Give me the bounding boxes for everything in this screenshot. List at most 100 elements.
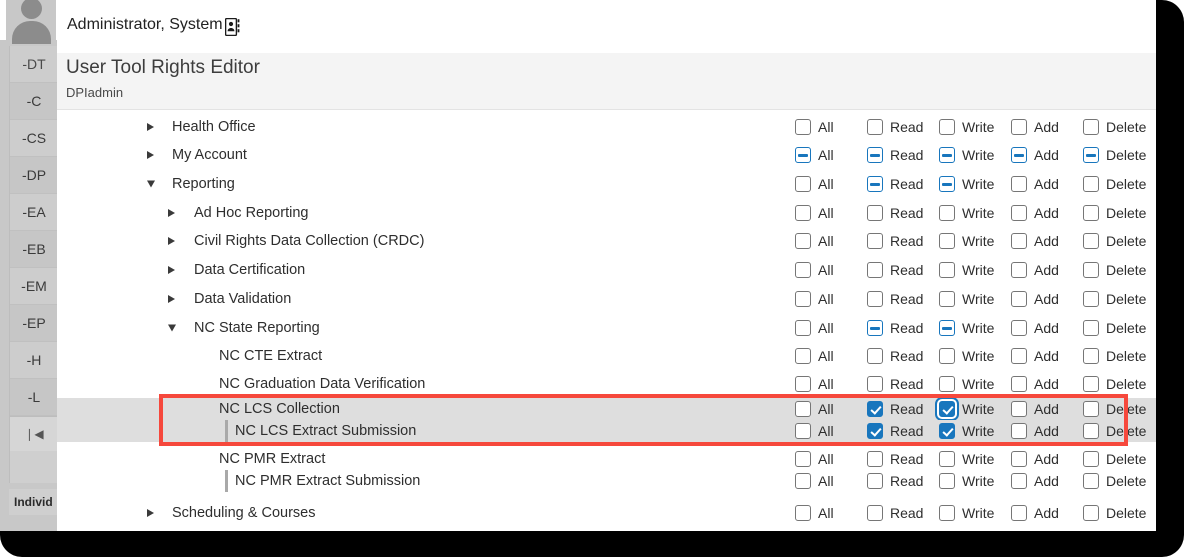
tree-row[interactable]: NC LCS Collection All Read Write Add Delete xyxy=(57,398,1156,420)
checkbox-write[interactable] xyxy=(939,451,955,467)
permission-cell-read[interactable]: Read xyxy=(867,346,923,366)
checkbox-delete[interactable] xyxy=(1083,290,1099,307)
checkbox-write[interactable] xyxy=(939,233,955,249)
permission-cell-delete[interactable]: Delete xyxy=(1083,174,1146,194)
checkbox-write[interactable] xyxy=(939,319,955,336)
permission-cell-read[interactable]: Read xyxy=(867,421,923,441)
permission-cell-write[interactable]: Write xyxy=(939,421,994,441)
permission-cell-delete[interactable]: Delete xyxy=(1083,421,1146,441)
permission-cell-all[interactable]: All xyxy=(795,421,834,441)
tree-row[interactable]: NC PMR Extract Submission All Read Write Add… xyxy=(57,470,1156,492)
checkbox-delete[interactable] xyxy=(1083,204,1099,221)
permission-cell-add[interactable]: Add xyxy=(1011,449,1059,469)
checkbox-delete[interactable] xyxy=(1083,504,1099,521)
checkbox-read[interactable] xyxy=(867,473,883,489)
rail-index-item[interactable]: -EP xyxy=(10,305,58,342)
checkbox-all[interactable] xyxy=(795,261,811,278)
checkbox-read[interactable] xyxy=(867,401,883,417)
tree-row[interactable]: My Account All Read Write Add Delete xyxy=(57,141,1156,169)
rail-index-item[interactable]: -EM xyxy=(10,268,58,305)
permission-cell-add[interactable]: Add xyxy=(1011,399,1059,419)
checkbox-all[interactable] xyxy=(795,147,811,163)
permission-cell-write[interactable]: Write xyxy=(939,318,994,338)
checkbox-write[interactable] xyxy=(939,261,955,278)
permission-cell-delete[interactable]: Delete xyxy=(1083,260,1146,280)
permission-cell-read[interactable]: Read xyxy=(867,231,923,251)
collapse-left-icon[interactable]: ❘◀ xyxy=(10,416,58,451)
permission-cell-read[interactable]: Read xyxy=(867,399,923,419)
checkbox-read[interactable] xyxy=(867,290,883,307)
checkbox-delete[interactable] xyxy=(1083,233,1099,249)
permission-cell-add[interactable]: Add xyxy=(1011,260,1059,280)
permission-cell-all[interactable]: All xyxy=(795,260,834,280)
permission-cell-read[interactable]: Read xyxy=(867,471,923,491)
permission-cell-write[interactable]: Write xyxy=(939,260,994,280)
checkbox-all[interactable] xyxy=(795,290,811,307)
permission-cell-add[interactable]: Add xyxy=(1011,145,1059,165)
permission-cell-delete[interactable]: Delete xyxy=(1083,231,1146,251)
rail-index-item[interactable]: -EB xyxy=(10,231,58,268)
checkbox-delete[interactable] xyxy=(1083,147,1099,163)
chevron-right-icon[interactable] xyxy=(147,122,154,131)
permission-cell-delete[interactable]: Delete xyxy=(1083,117,1146,137)
permission-cell-write[interactable]: Write xyxy=(939,203,994,223)
permission-cell-all[interactable]: All xyxy=(795,289,834,309)
permission-cell-write[interactable]: Write xyxy=(939,231,994,251)
checkbox-delete[interactable] xyxy=(1083,261,1099,278)
checkbox-add[interactable] xyxy=(1011,348,1027,364)
checkbox-add[interactable] xyxy=(1011,233,1027,249)
permission-cell-add[interactable]: Add xyxy=(1011,231,1059,251)
permission-cell-add[interactable]: Add xyxy=(1011,203,1059,223)
permission-cell-add[interactable]: Add xyxy=(1011,471,1059,491)
checkbox-write[interactable] xyxy=(939,118,955,135)
checkbox-read[interactable] xyxy=(867,504,883,521)
permission-cell-add[interactable]: Add xyxy=(1011,421,1059,441)
permission-cell-read[interactable]: Read xyxy=(867,174,923,194)
permission-cell-delete[interactable]: Delete xyxy=(1083,346,1146,366)
checkbox-add[interactable] xyxy=(1011,204,1027,221)
permission-cell-delete[interactable]: Delete xyxy=(1083,145,1146,165)
checkbox-all[interactable] xyxy=(795,319,811,336)
permission-cell-delete[interactable]: Delete xyxy=(1083,449,1146,469)
permission-cell-add[interactable]: Add xyxy=(1011,346,1059,366)
tree-row[interactable]: Scheduling & Courses All Read Write Add Delet… xyxy=(57,498,1156,527)
rail-index-item[interactable]: -L xyxy=(10,379,58,416)
checkbox-write[interactable] xyxy=(939,204,955,221)
permission-cell-all[interactable]: All xyxy=(795,117,834,137)
checkbox-write[interactable] xyxy=(939,504,955,521)
permission-cell-write[interactable]: Write xyxy=(939,449,994,469)
chevron-right-icon[interactable] xyxy=(168,208,175,217)
permission-cell-add[interactable]: Add xyxy=(1011,117,1059,137)
rail-index-item[interactable]: -DT xyxy=(10,46,58,83)
permission-cell-all[interactable]: All xyxy=(795,449,834,469)
checkbox-all[interactable] xyxy=(795,204,811,221)
permission-cell-write[interactable]: Write xyxy=(939,374,994,394)
checkbox-all[interactable] xyxy=(795,504,811,521)
rail-index-item[interactable]: -C xyxy=(10,83,58,120)
checkbox-add[interactable] xyxy=(1011,376,1027,392)
checkbox-delete[interactable] xyxy=(1083,451,1099,467)
checkbox-all[interactable] xyxy=(795,376,811,392)
checkbox-all[interactable] xyxy=(795,175,811,192)
permission-cell-write[interactable]: Write xyxy=(939,471,994,491)
checkbox-all[interactable] xyxy=(795,423,811,439)
permission-cell-delete[interactable]: Delete xyxy=(1083,471,1146,491)
tree-row[interactable]: NC PMR Extract All Read Write Add Delete xyxy=(57,448,1156,470)
permission-cell-all[interactable]: All xyxy=(795,346,834,366)
checkbox-all[interactable] xyxy=(795,348,811,364)
checkbox-delete[interactable] xyxy=(1083,376,1099,392)
checkbox-read[interactable] xyxy=(867,348,883,364)
checkbox-write[interactable] xyxy=(939,376,955,392)
permission-cell-read[interactable]: Read xyxy=(867,117,923,137)
checkbox-all[interactable] xyxy=(795,473,811,489)
chevron-right-icon[interactable] xyxy=(168,294,175,303)
permission-cell-read[interactable]: Read xyxy=(867,449,923,469)
checkbox-read[interactable] xyxy=(867,147,883,163)
permission-cell-write[interactable]: Write xyxy=(939,503,994,523)
permission-cell-write[interactable]: Write xyxy=(939,145,994,165)
permission-cell-write[interactable]: Write xyxy=(939,399,994,419)
permission-cell-read[interactable]: Read xyxy=(867,318,923,338)
permission-cell-add[interactable]: Add xyxy=(1011,503,1059,523)
checkbox-all[interactable] xyxy=(795,118,811,135)
checkbox-add[interactable] xyxy=(1011,451,1027,467)
